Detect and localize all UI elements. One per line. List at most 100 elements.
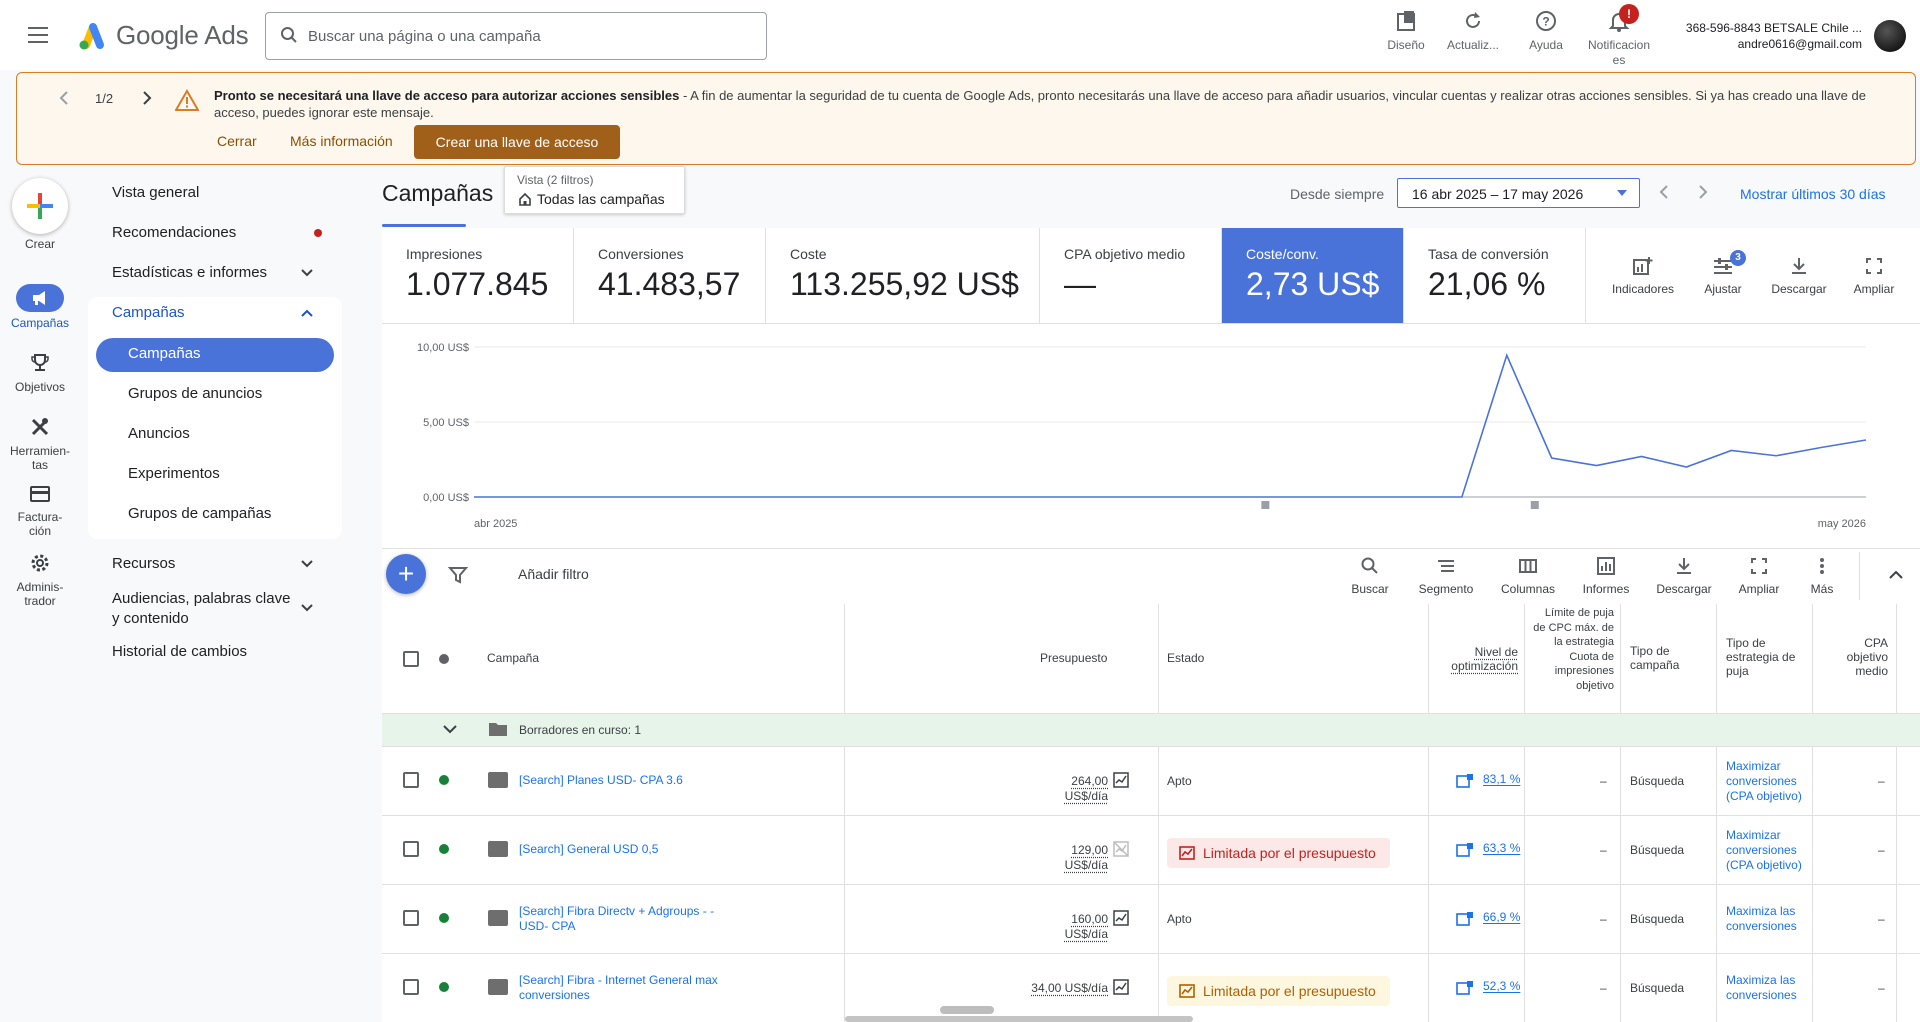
campaign-link[interactable]: [Search] Planes USD- CPA 3.6: [519, 773, 729, 788]
layout-button[interactable]: Diseño: [1380, 10, 1432, 52]
nav-campaign-groups[interactable]: Grupos de campañas: [128, 505, 271, 522]
indicators-button[interactable]: Indicadores: [1608, 256, 1678, 296]
bid-strategy-link[interactable]: Maximiza las conversiones: [1726, 904, 1810, 934]
prev-date-icon[interactable]: [1658, 184, 1670, 200]
status-dot-enabled[interactable]: [439, 913, 449, 923]
metric-conv-rate[interactable]: Tasa de conversión 21,06 %: [1404, 228, 1586, 324]
budget-chart-icon[interactable]: [1113, 772, 1129, 788]
budget-chart-icon[interactable]: [1113, 910, 1129, 926]
banner-next-icon[interactable]: [142, 91, 152, 105]
banner-prev-icon[interactable]: [59, 91, 69, 105]
metric-impressions[interactable]: Impresiones 1.077.845: [382, 228, 574, 324]
optimization-score[interactable]: 63,3 %: [1483, 841, 1520, 855]
create-passkey-button[interactable]: Crear una llave de acceso: [414, 125, 620, 159]
budget-chart-disabled-icon[interactable]: [1113, 841, 1129, 857]
row-checkbox[interactable]: [403, 772, 419, 788]
rail-goals[interactable]: Objetivos: [0, 352, 80, 394]
metric-conversions[interactable]: Conversiones 41.483,57: [574, 228, 766, 324]
nav-ads[interactable]: Anuncios: [128, 425, 190, 442]
refresh-button[interactable]: Actualiz...: [1443, 10, 1503, 52]
nav-campaigns-group[interactable]: Campañas: [112, 304, 185, 321]
account-info[interactable]: 368-596-8843 BETSALE Chile ... andre0616…: [1672, 20, 1862, 52]
status-dot-enabled[interactable]: [439, 982, 449, 992]
rail-admin[interactable]: Adminis- trador: [0, 552, 80, 608]
header-optimization[interactable]: Nivel de optimización: [1440, 645, 1518, 673]
nav-audiences[interactable]: Audiencias, palabras clave y contenido: [112, 589, 290, 629]
table-search-button[interactable]: Buscar: [1345, 556, 1395, 596]
metric-target-cpa[interactable]: CPA objetivo medio —: [1040, 228, 1222, 324]
notifications-button[interactable]: Notificacion es: [1580, 10, 1658, 68]
segment-button[interactable]: Segmento: [1414, 556, 1478, 596]
campaign-link[interactable]: [Search] Fibra - Internet General max co…: [519, 973, 729, 1003]
optimization-score[interactable]: 52,3 %: [1483, 979, 1520, 993]
nav-overview[interactable]: Vista general: [112, 184, 199, 201]
nav-campaigns[interactable]: Campañas: [128, 345, 201, 362]
columns-button[interactable]: Columnas: [1496, 556, 1560, 596]
filter-icon[interactable]: [448, 565, 468, 585]
row-checkbox[interactable]: [403, 841, 419, 857]
last-30-days-link[interactable]: Mostrar últimos 30 días: [1740, 186, 1886, 202]
metric-cost[interactable]: Coste 113.255,92 US$: [766, 228, 1040, 324]
nav-stats[interactable]: Estadísticas e informes: [112, 264, 267, 281]
header-campaign[interactable]: Campaña: [487, 651, 539, 665]
header-budget[interactable]: Presupuesto: [1040, 651, 1107, 665]
download-button[interactable]: Descargar: [1768, 256, 1830, 296]
menu-icon[interactable]: [28, 25, 52, 45]
rail-billing[interactable]: Factura- ción: [0, 484, 80, 538]
banner-more-info-link[interactable]: Más información: [290, 133, 393, 149]
rail-tools[interactable]: Herramien- tas: [0, 416, 80, 472]
date-range-picker[interactable]: 16 abr 2025 – 17 may 2026: [1397, 178, 1640, 208]
add-campaign-button[interactable]: +: [386, 554, 426, 594]
status-dot-enabled[interactable]: [439, 775, 449, 785]
banner-close-button[interactable]: Cerrar: [217, 133, 257, 149]
google-ads-logo[interactable]: Google Ads: [76, 20, 249, 51]
bid-strategy-link[interactable]: Maximiza las conversiones: [1726, 973, 1810, 1003]
add-filter-button[interactable]: Añadir filtro: [518, 566, 589, 582]
chevron-down-icon[interactable]: [300, 603, 314, 613]
horizontal-scrollbar[interactable]: [845, 1016, 1193, 1022]
header-status[interactable]: Estado: [1167, 651, 1204, 665]
rail-campaigns[interactable]: Campañas: [0, 284, 80, 330]
campaign-link[interactable]: [Search] General USD 0,5: [519, 842, 729, 857]
header-cpc-limit[interactable]: Límite de puja de CPC máx. de la estrate…: [1532, 606, 1614, 693]
search-box[interactable]: [265, 12, 767, 60]
budget-value[interactable]: 160,00 US$/día: [1026, 912, 1108, 942]
header-target-cpa[interactable]: CPA objetivo medio: [1830, 636, 1888, 678]
optimization-score[interactable]: 66,9 %: [1483, 910, 1520, 924]
budget-value[interactable]: 129,00 US$/día: [1026, 843, 1108, 873]
budget-value[interactable]: 264,00 US$/día: [1026, 774, 1108, 804]
reports-button[interactable]: Informes: [1578, 556, 1634, 596]
nav-resources[interactable]: Recursos: [112, 555, 175, 572]
row-checkbox[interactable]: [403, 910, 419, 926]
metric-cost-per-conv[interactable]: Coste/conv. 2,73 US$: [1222, 228, 1404, 324]
table-download-button[interactable]: Descargar: [1652, 556, 1716, 596]
next-date-icon[interactable]: [1697, 184, 1709, 200]
avatar[interactable]: [1874, 20, 1906, 52]
chevron-down-icon[interactable]: [442, 724, 458, 734]
more-button[interactable]: Más: [1802, 556, 1842, 596]
nav-ad-groups[interactable]: Grupos de anuncios: [128, 385, 262, 402]
scroll-handle[interactable]: [940, 1006, 994, 1014]
chevron-down-icon[interactable]: [300, 559, 314, 569]
expand-button[interactable]: Ampliar: [1850, 256, 1898, 296]
row-checkbox[interactable]: [403, 979, 419, 995]
collapse-icon[interactable]: [1888, 570, 1904, 580]
chevron-down-icon[interactable]: [300, 268, 314, 278]
optimization-score[interactable]: 83,1 %: [1483, 772, 1520, 786]
nav-history[interactable]: Historial de cambios: [112, 643, 247, 660]
view-selector[interactable]: Vista (2 filtros) Todas las campañas: [504, 166, 685, 214]
nav-experiments[interactable]: Experimentos: [128, 465, 220, 482]
chevron-up-icon[interactable]: [300, 308, 314, 318]
select-all-checkbox[interactable]: [403, 651, 419, 667]
help-button[interactable]: ? Ayuda: [1522, 10, 1570, 52]
status-dot-enabled[interactable]: [439, 844, 449, 854]
budget-chart-icon[interactable]: [1113, 979, 1129, 995]
header-campaign-type[interactable]: Tipo de campaña: [1630, 644, 1710, 672]
header-bid-strategy[interactable]: Tipo de estrategia de puja: [1726, 636, 1808, 678]
create-button[interactable]: [12, 178, 68, 234]
table-expand-button[interactable]: Ampliar: [1734, 556, 1784, 596]
search-input[interactable]: [308, 13, 748, 59]
bid-strategy-link[interactable]: Maximizar conversiones (CPA objetivo): [1726, 759, 1810, 804]
bid-strategy-link[interactable]: Maximizar conversiones (CPA objetivo): [1726, 828, 1810, 873]
campaign-link[interactable]: [Search] Fibra Directv + Adgroups - - US…: [519, 904, 729, 934]
